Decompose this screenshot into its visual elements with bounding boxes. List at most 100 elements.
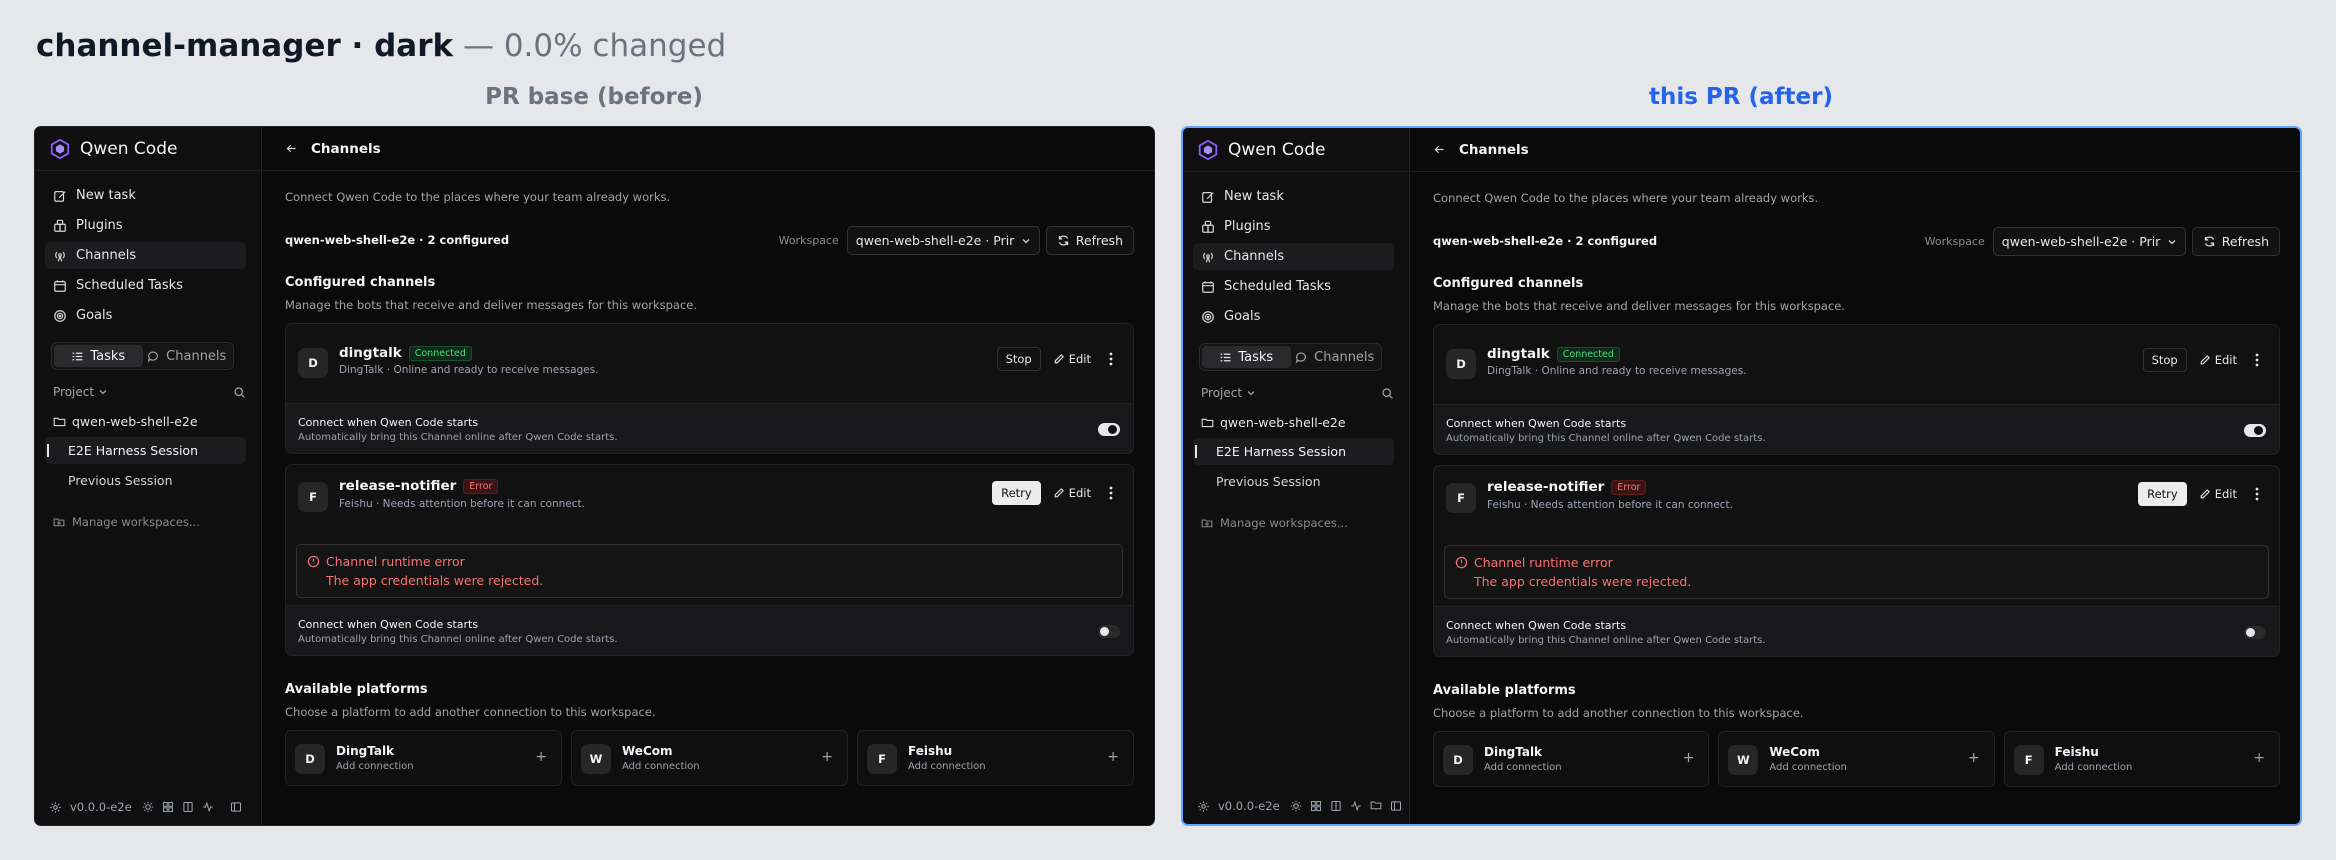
channel-name: release-notifier Error [339, 478, 499, 494]
folder-open-icon[interactable] [1370, 799, 1382, 811]
add-icon[interactable]: + [535, 749, 547, 765]
channel-description: Feishu · Needs attention before it can c… [1487, 499, 1734, 511]
more-menu-button[interactable] [2249, 482, 2265, 506]
retry-button[interactable]: Retry [992, 481, 1041, 505]
edit-button[interactable]: Edit [1049, 347, 1095, 371]
back-arrow-icon[interactable] [285, 142, 298, 155]
sidebar-view-toggle: Tasks Channels [51, 342, 234, 370]
sidebar-toggle-icon[interactable] [230, 801, 242, 813]
add-icon[interactable]: + [2253, 750, 2265, 766]
more-vertical-icon [2255, 487, 2259, 501]
nav-channels[interactable]: Channels [1193, 243, 1394, 270]
gear-icon[interactable] [1197, 800, 1210, 813]
more-menu-button[interactable] [1103, 481, 1119, 505]
available-description: Choose a platform to add another connect… [285, 705, 656, 719]
project-filter[interactable]: Project [53, 385, 108, 399]
folder-open-slot[interactable] [1370, 799, 1382, 814]
apps-grid-icon[interactable] [162, 801, 174, 813]
workspace-select[interactable]: qwen-web-shell-e2e · Prir [1992, 227, 2186, 256]
stop-button[interactable]: Stop [2142, 348, 2187, 372]
platform-card-wecom[interactable]: W WeCom Add connection + [1718, 731, 1995, 787]
nav-scheduled-tasks[interactable]: Scheduled Tasks [1193, 273, 1394, 300]
add-icon[interactable]: + [1107, 749, 1119, 765]
retry-button[interactable]: Retry [2138, 482, 2187, 506]
nav-channels[interactable]: Channels [45, 242, 246, 269]
platform-subtitle: Add connection [908, 761, 986, 772]
nav-new-task[interactable]: New task [1193, 183, 1394, 210]
nav-goals[interactable]: Goals [45, 302, 246, 329]
nav-scheduled-tasks[interactable]: Scheduled Tasks [45, 272, 246, 299]
tab-channels[interactable]: Channels [1291, 346, 1380, 368]
stop-button[interactable]: Stop [996, 347, 1041, 371]
autostart-toggle[interactable] [1098, 423, 1120, 436]
platform-card-wecom[interactable]: W WeCom Add connection + [571, 730, 848, 786]
back-arrow-icon[interactable] [1433, 143, 1446, 156]
autostart-toggle[interactable] [2244, 626, 2266, 639]
sun-icon[interactable] [142, 801, 154, 813]
book-icon[interactable] [1330, 800, 1342, 812]
session-item-e2e-harness[interactable]: E2E Harness Session [1193, 438, 1394, 465]
activity-icon[interactable] [1350, 800, 1362, 812]
search-icon[interactable] [233, 386, 246, 399]
nav-label: Goals [1224, 309, 1261, 324]
tab-tasks[interactable]: Tasks [54, 345, 143, 367]
nav-plugins[interactable]: Plugins [45, 212, 246, 239]
more-menu-button[interactable] [2249, 348, 2265, 372]
sidebar-toggle-icon[interactable] [1390, 800, 1402, 812]
add-icon[interactable]: + [1683, 750, 1695, 766]
platform-card-dingtalk[interactable]: D DingTalk Add connection + [1433, 731, 1710, 787]
platform-card-feishu[interactable]: F Feishu Add connection + [857, 730, 1134, 786]
gear-icon[interactable] [49, 801, 62, 814]
autostart-toggle[interactable] [2244, 424, 2266, 437]
runtime-error-alert: Channel runtime error The app credential… [296, 544, 1123, 598]
more-menu-button[interactable] [1103, 347, 1119, 371]
platform-name: Feishu [2054, 745, 2099, 759]
autostart-toggle[interactable] [1098, 625, 1120, 638]
tab-channels[interactable]: Channels [143, 345, 232, 367]
refresh-label: Refresh [1075, 233, 1123, 248]
manage-workspaces-link[interactable]: Manage workspaces... [1201, 513, 1348, 533]
platform-card-feishu[interactable]: F Feishu Add connection + [2003, 731, 2280, 787]
more-vertical-icon [1109, 486, 1113, 500]
intro-text: Connect Qwen Code to the places where yo… [285, 190, 671, 204]
nav-goals[interactable]: Goals [1193, 303, 1394, 330]
session-item-previous[interactable]: Previous Session [1193, 468, 1394, 495]
sun-icon[interactable] [1290, 800, 1302, 812]
workspace-folder[interactable]: qwen-web-shell-e2e [53, 410, 198, 432]
edit-button[interactable]: Edit [2195, 482, 2241, 506]
add-icon[interactable]: + [1968, 750, 1980, 766]
tab-tasks[interactable]: Tasks [1202, 346, 1291, 368]
page-heading: Channels [1459, 141, 1529, 158]
add-icon[interactable]: + [821, 749, 833, 765]
session-label: E2E Harness Session [1216, 444, 1347, 459]
search-icon[interactable] [1381, 387, 1394, 400]
brand[interactable]: Qwen Code [49, 137, 177, 161]
refresh-button[interactable]: Refresh [2191, 227, 2280, 256]
refresh-button[interactable]: Refresh [1045, 226, 1134, 255]
session-item-previous[interactable]: Previous Session [45, 467, 246, 494]
alert-circle-icon [1455, 556, 1468, 569]
nav-plugins[interactable]: Plugins [1193, 213, 1394, 240]
edit-button[interactable]: Edit [1049, 481, 1095, 505]
platform-card-dingtalk[interactable]: D DingTalk Add connection + [285, 730, 562, 786]
main-panel: Channels Connect Qwen Code to the places… [263, 127, 1154, 825]
workspace-select[interactable]: qwen-web-shell-e2e · Prir [846, 226, 1040, 255]
chevron-down-icon [99, 390, 107, 395]
manage-workspaces-link[interactable]: Manage workspaces... [53, 512, 200, 532]
avatar: W [581, 744, 611, 774]
book-icon[interactable] [182, 801, 194, 813]
avatar: D [1443, 745, 1473, 775]
tab-label: Tasks [90, 348, 126, 364]
apps-grid-icon[interactable] [1310, 800, 1322, 812]
chat-bubble-icon [1295, 351, 1307, 364]
nav-new-task[interactable]: New task [45, 182, 246, 209]
error-message: The app credentials were rejected. [326, 573, 544, 588]
activity-icon[interactable] [202, 801, 214, 813]
project-filter[interactable]: Project [1201, 386, 1256, 400]
before-caption: PR base (before) [485, 84, 703, 110]
available-heading: Available platforms [1433, 683, 1576, 698]
brand[interactable]: Qwen Code [1197, 138, 1325, 162]
session-item-e2e-harness[interactable]: E2E Harness Session [45, 437, 246, 464]
edit-button[interactable]: Edit [2195, 348, 2241, 372]
workspace-folder[interactable]: qwen-web-shell-e2e [1201, 411, 1346, 433]
